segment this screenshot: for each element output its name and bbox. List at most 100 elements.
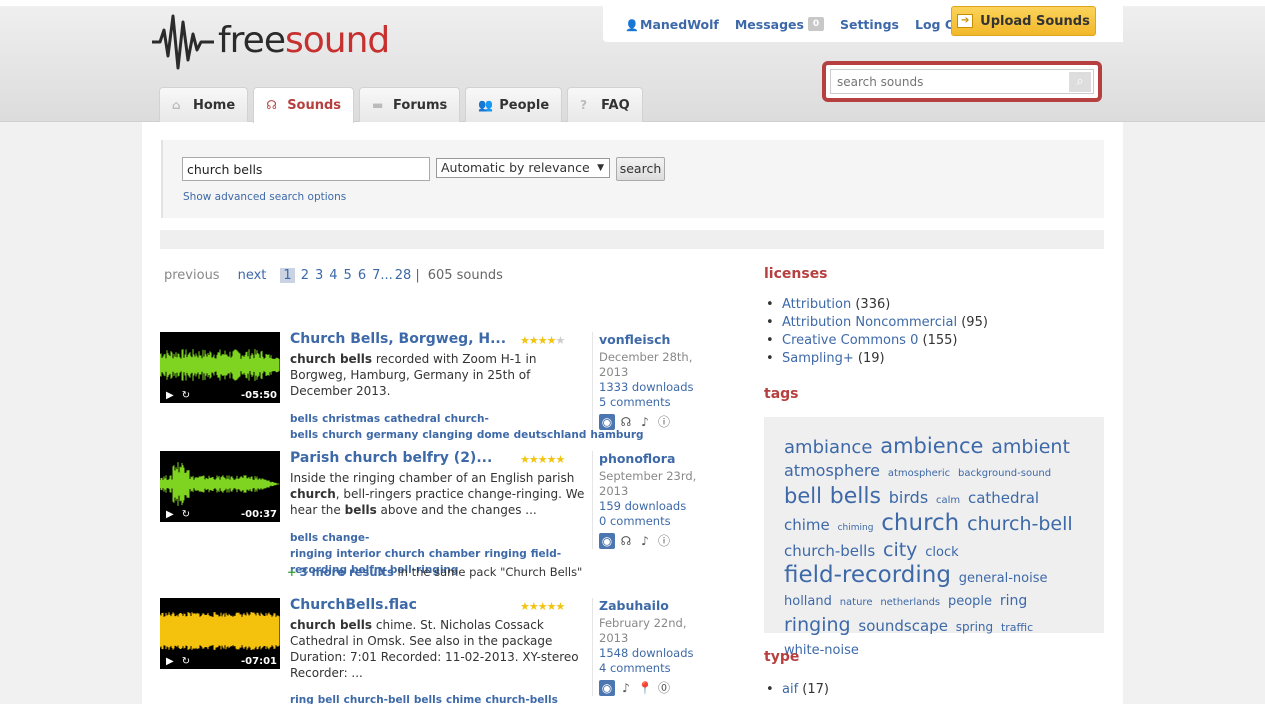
tag-link[interactable]: chime	[446, 694, 481, 704]
tag-cloud-item[interactable]: chiming	[838, 523, 874, 533]
tag-cloud-item[interactable]: atmospheric	[888, 468, 950, 479]
loop-icon[interactable]: ↻	[182, 656, 190, 667]
sound-title-link[interactable]: Parish church belfry (2)...	[290, 450, 512, 466]
comments-link[interactable]: 4 comments	[599, 661, 712, 676]
tag-link[interactable]: church	[385, 548, 425, 560]
comments-link[interactable]: 0 comments	[599, 514, 712, 529]
tag-cloud-item[interactable]: netherlands	[880, 597, 940, 608]
tag-cloud-item[interactable]: ring	[1000, 593, 1027, 609]
tag-cloud-item[interactable]: church-bell	[967, 513, 1073, 535]
tag-cloud-item[interactable]: field-recording	[784, 562, 951, 588]
tag-cloud-item[interactable]: general-noise	[959, 571, 1048, 586]
tab-sounds[interactable]: ☊ Sounds	[253, 87, 355, 123]
tag-cloud-item[interactable]: holland	[784, 594, 832, 609]
downloads-link[interactable]: 159 downloads	[599, 499, 712, 514]
advanced-search-link[interactable]: Show advanced search options	[183, 191, 346, 203]
star-icon[interactable]: ★	[556, 600, 566, 613]
star-icon[interactable]: ★	[520, 453, 530, 466]
page-7[interactable]: 7	[372, 268, 380, 283]
sort-select[interactable]: Automatic by relevance ▼	[436, 158, 610, 178]
tag-cloud-item[interactable]: nature	[840, 597, 873, 608]
freesound-logo[interactable]: freesound	[152, 12, 390, 74]
author-link[interactable]: phonoflora	[599, 451, 675, 466]
play-icon[interactable]: ▶	[166, 656, 174, 667]
tag-cloud-item[interactable]: bells	[830, 484, 881, 509]
waveform-player[interactable]: ▶ ↻ -00:37	[160, 451, 280, 522]
tag-cloud-item[interactable]: city	[883, 539, 917, 561]
sound-title-link[interactable]: Church Bells, Borgweg, H...	[290, 331, 512, 347]
author-link[interactable]: vonfleisch	[599, 332, 670, 347]
comments-link[interactable]: 5 comments	[599, 395, 712, 410]
tag-link[interactable]: deutschland	[514, 429, 587, 441]
star-icon[interactable]: ★	[529, 453, 539, 466]
type-link[interactable]: aif	[782, 682, 798, 697]
tag-link[interactable]: germany	[366, 429, 418, 441]
tag-cloud-item[interactable]: chime	[784, 516, 830, 534]
tag-link[interactable]: bells	[290, 532, 318, 544]
tag-cloud-item[interactable]: birds	[889, 488, 928, 507]
tag-link[interactable]: dome	[477, 429, 510, 441]
tag-cloud-item[interactable]: traffic	[1001, 621, 1033, 634]
tag-link[interactable]: cathedral	[384, 413, 440, 425]
page-3[interactable]: 3	[315, 268, 323, 283]
star-icon[interactable]: ★	[529, 334, 539, 347]
star-icon[interactable]: ★	[538, 600, 548, 613]
tag-cloud-item[interactable]: cathedral	[968, 489, 1039, 507]
star-icon[interactable]: ★	[538, 334, 548, 347]
tab-forums[interactable]: ▬ Forums	[359, 87, 461, 122]
star-icon[interactable]: ★	[547, 453, 557, 466]
star-icon[interactable]: ★	[547, 334, 557, 347]
tag-cloud-item[interactable]: ambiance	[784, 437, 872, 458]
rating-stars[interactable]: ★★★★★	[520, 600, 566, 613]
page-2[interactable]: 2	[301, 268, 309, 283]
header-search-input[interactable]	[831, 74, 1069, 89]
page-5[interactable]: 5	[344, 268, 352, 283]
tag-cloud-item[interactable]: clock	[925, 545, 958, 560]
star-icon[interactable]: ★	[529, 600, 539, 613]
upload-sounds-button[interactable]: ➔ Upload Sounds	[951, 6, 1096, 36]
license-link[interactable]: Attribution Noncommercial	[782, 315, 957, 330]
page-28[interactable]: 28	[395, 268, 412, 283]
tag-cloud-item[interactable]: ringing	[784, 614, 851, 636]
waveform-player[interactable]: ▶ ↻ -07:01	[160, 598, 280, 669]
star-icon[interactable]: ★	[520, 600, 530, 613]
tag-link[interactable]: chamber	[429, 548, 481, 560]
tag-link[interactable]: interior	[336, 548, 380, 560]
star-icon[interactable]: ★	[538, 453, 548, 466]
downloads-link[interactable]: 1548 downloads	[599, 646, 712, 661]
loop-icon[interactable]: ↻	[182, 509, 190, 520]
page-6[interactable]: 6	[358, 268, 366, 283]
tag-link[interactable]: church	[322, 429, 362, 441]
username-link[interactable]: 👤 ManedWolf	[625, 17, 719, 32]
tag-link[interactable]: clanging	[422, 429, 473, 441]
tag-link[interactable]: bell	[318, 694, 340, 704]
tab-people[interactable]: 👥 People	[465, 87, 563, 122]
downloads-link[interactable]: 1333 downloads	[599, 380, 712, 395]
tag-link[interactable]: church-bells	[485, 694, 558, 704]
tag-link[interactable]: bells	[414, 694, 442, 704]
sound-title-link[interactable]: ChurchBells.flac	[290, 597, 512, 613]
play-icon[interactable]: ▶	[166, 509, 174, 520]
search-icon[interactable]: ⌕	[1069, 71, 1091, 92]
page-4[interactable]: 4	[329, 268, 337, 283]
tab-home[interactable]: ⌂ Home	[159, 87, 249, 122]
rating-stars[interactable]: ★★★★★	[520, 453, 565, 466]
loop-icon[interactable]: ↻	[182, 390, 190, 401]
license-link[interactable]: Sampling+	[782, 351, 854, 366]
tag-link[interactable]: church-bell	[344, 694, 410, 704]
tag-cloud-item[interactable]: ambient	[991, 436, 1070, 458]
more-results-link[interactable]: 3 more results	[300, 565, 394, 579]
star-icon[interactable]: ★	[547, 600, 557, 613]
search-button[interactable]: search	[616, 157, 665, 181]
tag-cloud-item[interactable]: soundscape	[858, 617, 948, 635]
tab-faq[interactable]: ? FAQ	[567, 87, 643, 122]
tag-cloud-item[interactable]: church	[881, 510, 959, 536]
tag-cloud-item[interactable]: ambience	[880, 434, 983, 458]
tag-link[interactable]: ringing	[484, 548, 526, 560]
waveform-player[interactable]: ▶ ↻ -05:50	[160, 332, 280, 403]
license-link[interactable]: Attribution	[782, 297, 851, 312]
tag-cloud-item[interactable]: spring	[956, 620, 993, 634]
sound-search-input[interactable]	[182, 157, 430, 181]
tag-cloud-item[interactable]: calm	[936, 495, 960, 506]
tag-link[interactable]: christmas	[322, 413, 380, 425]
